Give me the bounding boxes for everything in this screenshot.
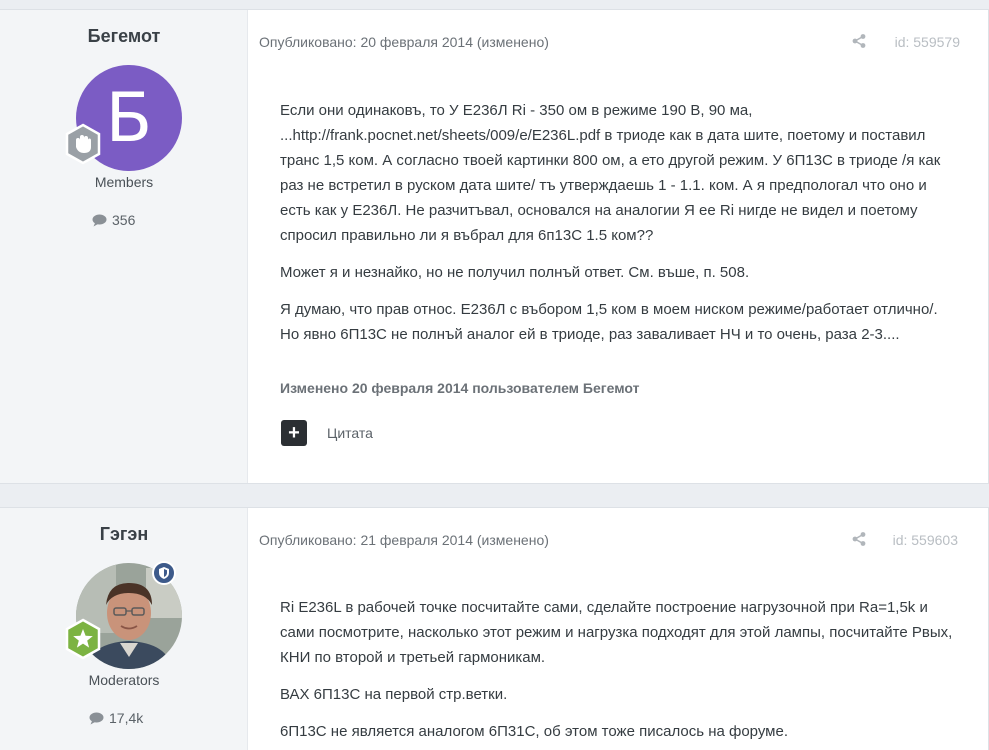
post-count: 17,4k [89, 710, 143, 726]
post-paragraph: Может я и незнайко, но не получил полнъй… [280, 264, 750, 281]
plus-icon: + [288, 421, 300, 444]
share-icon[interactable] [851, 33, 867, 49]
author-panel: Бегемот Б Members 356 [0, 10, 248, 483]
comment-icon [92, 214, 107, 226]
edited-note: Изменено 20 февраля 2014 пользователем Б… [280, 380, 640, 396]
shield-icon [152, 561, 176, 585]
post-count: 356 [92, 212, 135, 228]
author-panel: Гэгэн Moderators 17,4k [0, 508, 248, 750]
post-content: Ri E236L в рабочей точке посчитайте сами… [280, 595, 960, 750]
post-content: Если они одинаковъ, то У Е236Л Ri - 350 … [280, 98, 960, 359]
user-group: Moderators [88, 672, 160, 688]
hand-badge-icon [65, 123, 101, 165]
comment-icon [89, 712, 104, 724]
post-paragraph: Если они одинаковъ, то У Е236Л Ri - 350 … [280, 102, 941, 244]
forum-post: Бегемот Б Members 356 Опубликовано: 20 ф… [0, 9, 989, 484]
post-paragraph: Я думаю, что прав относ. Е236Л с въбором… [280, 301, 938, 343]
post-meta: Опубликовано: 20 февраля 2014 (изменено) [259, 34, 549, 50]
post-id[interactable]: id: 559579 [895, 34, 960, 50]
share-icon[interactable] [851, 531, 867, 547]
post-paragraph: ВАХ 6П13С на первой стр.ветки. [280, 686, 508, 703]
star-badge-icon [65, 618, 101, 660]
author-name[interactable]: Бегемот [0, 26, 248, 47]
user-group: Members [94, 174, 154, 190]
forum-post: Гэгэн Moderators 17,4k Опубликовано: 21 … [0, 507, 989, 750]
post-id[interactable]: id: 559603 [893, 532, 958, 548]
post-count-value: 356 [112, 212, 136, 228]
plus-quote-button[interactable]: + [281, 420, 307, 446]
post-meta: Опубликовано: 21 февраля 2014 (изменено) [259, 532, 549, 548]
post-count-value: 17,4k [109, 710, 144, 726]
avatar-letter: Б [105, 78, 153, 158]
quote-button[interactable]: Цитата [327, 425, 373, 441]
author-name[interactable]: Гэгэн [0, 524, 248, 545]
post-paragraph: Ri E236L в рабочей точке посчитайте сами… [280, 599, 953, 666]
post-paragraph: 6П13С не является аналогом 6П31С, об это… [280, 723, 788, 740]
